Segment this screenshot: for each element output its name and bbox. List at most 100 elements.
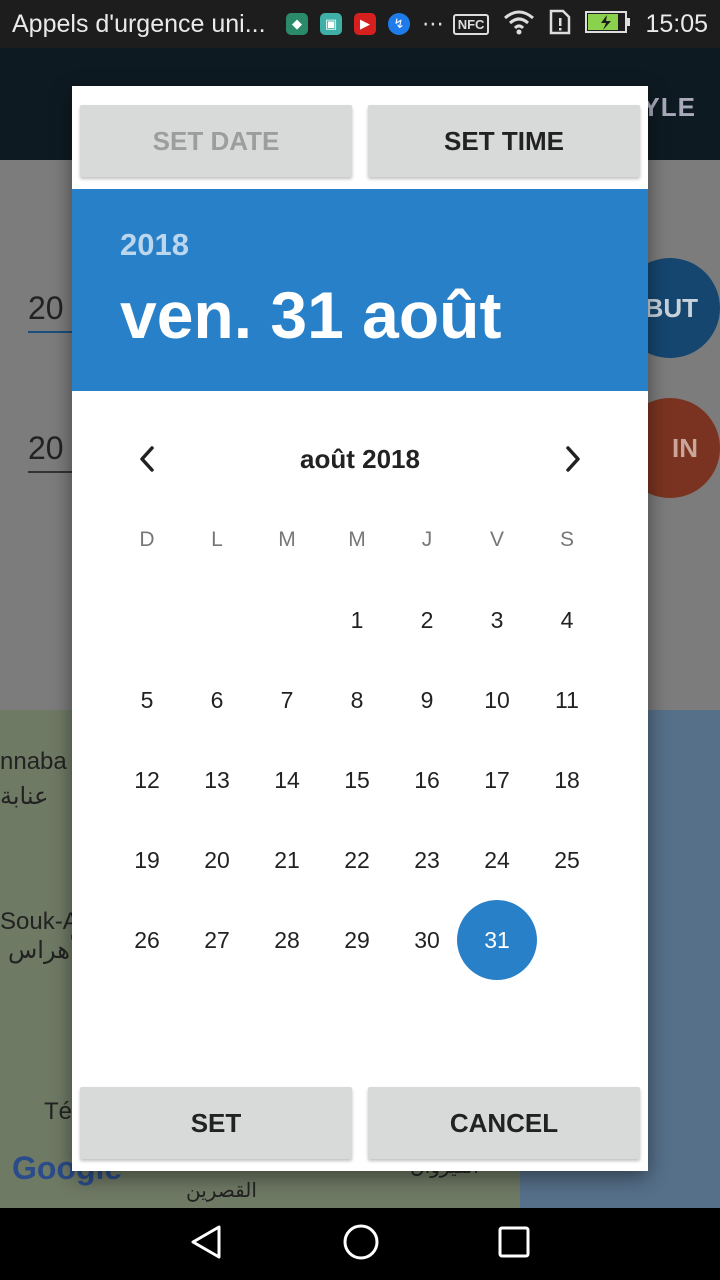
map-label: عنابة bbox=[0, 783, 49, 810]
calendar-week-row: 26 27 28 29 30 31 bbox=[112, 900, 602, 980]
date-picker-dialog: SET DATE SET TIME 2018 ven. 31 août août… bbox=[72, 86, 648, 1171]
calendar-day[interactable]: 11 bbox=[532, 660, 602, 740]
calendar-day-number: 23 bbox=[414, 846, 440, 873]
month-navigation: août 2018 bbox=[72, 434, 648, 484]
calendar-day[interactable]: 12 bbox=[112, 740, 182, 820]
calendar-day[interactable]: 25 bbox=[532, 820, 602, 900]
header-year[interactable]: 2018 bbox=[120, 227, 189, 263]
next-month-button[interactable] bbox=[553, 439, 593, 479]
calendar-day[interactable]: 4 bbox=[532, 580, 602, 660]
notification-app-title: Appels d'urgence uni... bbox=[12, 9, 266, 38]
set-time-tab-button[interactable]: SET TIME bbox=[368, 105, 640, 177]
sim-alert-icon bbox=[549, 9, 571, 40]
calendar-day[interactable]: 15 bbox=[322, 740, 392, 820]
calendar-day-number: 15 bbox=[344, 766, 370, 793]
back-icon[interactable] bbox=[189, 1224, 225, 1265]
home-icon[interactable] bbox=[342, 1223, 380, 1266]
calendar-day-number: 31 bbox=[484, 926, 510, 953]
calendar-day-number: 11 bbox=[555, 686, 579, 713]
calendar-day-number: 17 bbox=[484, 766, 510, 793]
weekday-label: J bbox=[421, 528, 433, 551]
header-selected-date[interactable]: ven. 31 août bbox=[120, 277, 501, 353]
calendar-day[interactable]: 28 bbox=[252, 900, 322, 980]
calendar-day[interactable]: 7 bbox=[252, 660, 322, 740]
calendar-day[interactable]: 3 bbox=[462, 580, 532, 660]
calendar-day[interactable]: 5 bbox=[112, 660, 182, 740]
set-button[interactable]: SET bbox=[80, 1087, 352, 1159]
messenger-icon: ↯ bbox=[388, 13, 410, 35]
calendar-grid: D L M M J V S 1 2 3 4 5 6 7 8 9 10 11 12 13 14 15 16 17 1… bbox=[112, 522, 602, 980]
calendar-day-number: 20 bbox=[204, 846, 230, 873]
calendar-day-number: 14 bbox=[274, 766, 300, 793]
calendar-day[interactable]: 21 bbox=[252, 820, 322, 900]
calendar-day-number: 30 bbox=[414, 926, 440, 953]
calendar-day[interactable]: 23 bbox=[392, 820, 462, 900]
clock: 15:05 bbox=[645, 9, 708, 38]
calendar-day-number: 10 bbox=[484, 686, 510, 713]
calendar-day[interactable]: 8 bbox=[322, 660, 392, 740]
calendar-day[interactable]: 27 bbox=[182, 900, 252, 980]
calendar-day[interactable]: 13 bbox=[182, 740, 252, 820]
calendar-day-number: 5 bbox=[140, 686, 154, 713]
calendar-day[interactable]: 14 bbox=[252, 740, 322, 820]
calendar-day[interactable]: 16 bbox=[392, 740, 462, 820]
calendar-empty-cell bbox=[112, 580, 182, 660]
calendar-day[interactable]: 9 bbox=[392, 660, 462, 740]
calendar-day[interactable]: 1 bbox=[322, 580, 392, 660]
calendar-day[interactable]: 26 bbox=[112, 900, 182, 980]
calendar-day-selected[interactable]: 31 bbox=[457, 900, 537, 980]
calendar-day[interactable]: 22 bbox=[322, 820, 392, 900]
calendar-empty-cell bbox=[532, 900, 602, 980]
more-notifications-icon: ⋯ bbox=[422, 11, 444, 36]
calendar-day-number: 8 bbox=[350, 686, 364, 713]
status-bar: Appels d'urgence uni... ◆ ▣ ▶ ↯ ⋯ NFC 15… bbox=[0, 0, 720, 48]
calendar-day[interactable]: 2 bbox=[392, 580, 462, 660]
calendar-week-row: 5 6 7 8 9 10 11 bbox=[112, 660, 602, 740]
calendar-empty-cell bbox=[182, 580, 252, 660]
calendar-empty-cell bbox=[252, 580, 322, 660]
calendar-day[interactable]: 17 bbox=[462, 740, 532, 820]
wifi-icon bbox=[503, 9, 535, 40]
calendar-day-number: 9 bbox=[420, 686, 434, 713]
weekday-label: L bbox=[211, 528, 223, 551]
nfc-icon: NFC bbox=[452, 13, 490, 35]
calendar-day[interactable]: 6 bbox=[182, 660, 252, 740]
map-label: Té bbox=[44, 1098, 73, 1125]
calendar-weeks: 1 2 3 4 5 6 7 8 9 10 11 12 13 14 15 16 17 18 19 20 21 22 23 24 2… bbox=[112, 580, 602, 980]
calendar-day-number: 19 bbox=[134, 846, 160, 873]
chevron-right-icon bbox=[566, 446, 580, 472]
background-appbar-text: YLE bbox=[642, 92, 696, 122]
youtube-icon: ▶ bbox=[354, 13, 376, 35]
calendar-day-number: 12 bbox=[134, 766, 160, 793]
calendar-day-number: 21 bbox=[274, 846, 300, 873]
weekday-header-row: D L M M J V S bbox=[112, 522, 602, 580]
calendar-day-number: 28 bbox=[274, 926, 300, 953]
calendar-day-number: 1 bbox=[350, 606, 364, 633]
calendar-day[interactable]: 20 bbox=[182, 820, 252, 900]
calendar-day-number: 18 bbox=[554, 766, 580, 793]
map-label: nnaba bbox=[0, 748, 67, 775]
map-label: Souk-A bbox=[0, 908, 79, 935]
calendar-day-number: 4 bbox=[560, 606, 574, 633]
calendar-day[interactable]: 24 bbox=[462, 820, 532, 900]
set-date-tab-button[interactable]: SET DATE bbox=[80, 105, 352, 177]
battery-charging-icon bbox=[585, 10, 631, 39]
weekday-label: M bbox=[278, 528, 296, 551]
cancel-button[interactable]: CANCEL bbox=[368, 1087, 640, 1159]
calendar-week-row: 1 2 3 4 bbox=[112, 580, 602, 660]
map-label: أهراس bbox=[8, 937, 77, 964]
navigation-bar bbox=[0, 1208, 720, 1280]
calendar-day[interactable]: 18 bbox=[532, 740, 602, 820]
calendar-day-number: 22 bbox=[344, 846, 370, 873]
calendar-day[interactable]: 29 bbox=[322, 900, 392, 980]
calendar-day[interactable]: 30 bbox=[392, 900, 462, 980]
calendar-week-row: 12 13 14 15 16 17 18 bbox=[112, 740, 602, 820]
calendar-week-row: 19 20 21 22 23 24 25 bbox=[112, 820, 602, 900]
calendar-day-number: 7 bbox=[280, 686, 294, 713]
calendar-day-number: 25 bbox=[554, 846, 580, 873]
calendar-day[interactable]: 10 bbox=[462, 660, 532, 740]
calendar-day[interactable]: 19 bbox=[112, 820, 182, 900]
recents-icon[interactable] bbox=[497, 1225, 531, 1264]
android-icon: ▣ bbox=[320, 13, 342, 35]
shield-app-icon: ◆ bbox=[286, 13, 308, 35]
